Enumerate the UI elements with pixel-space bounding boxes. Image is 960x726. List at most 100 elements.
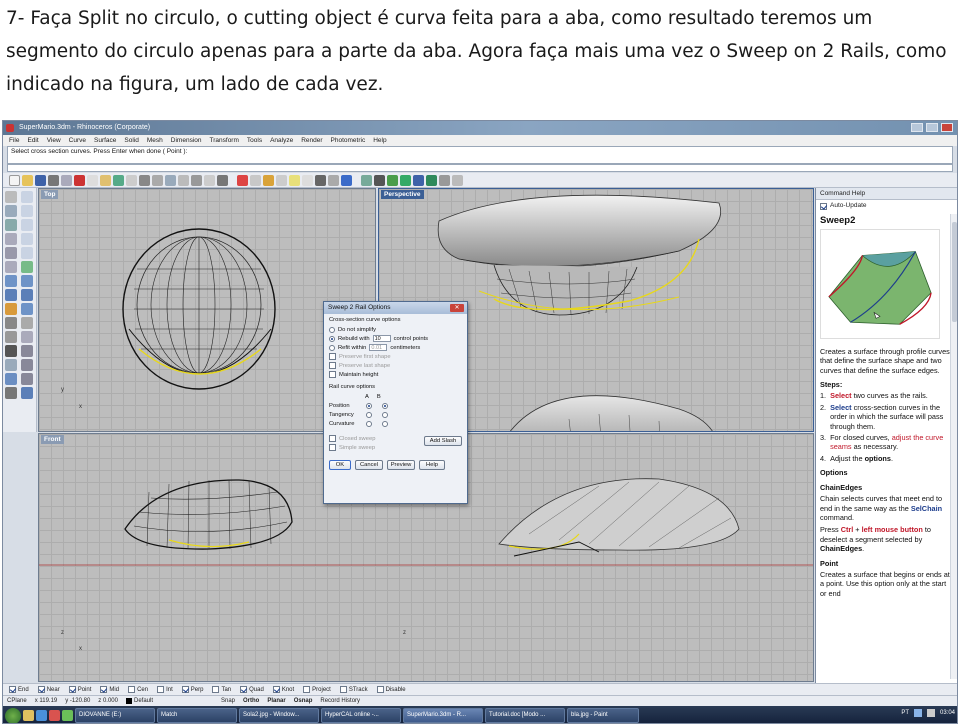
task-supermario[interactable]: SuperMario.3dm - R... (403, 708, 483, 723)
menu-edit[interactable]: Edit (27, 135, 38, 146)
osnap-strack[interactable]: STrack (339, 686, 368, 693)
osnap-end-checkbox[interactable] (9, 686, 16, 693)
cancel-button[interactable]: Cancel (355, 460, 383, 470)
lock-icon[interactable] (315, 174, 326, 186)
ellipse-icon[interactable] (21, 233, 33, 245)
explode-icon[interactable] (21, 331, 33, 343)
tray-volume-icon[interactable] (926, 709, 935, 717)
osnap-disable-checkbox[interactable] (376, 686, 384, 693)
osnap-disable[interactable]: Disable (376, 686, 406, 693)
status-ortho[interactable]: Ortho (243, 698, 259, 704)
menu-mesh[interactable]: Mesh (147, 135, 163, 146)
line-icon[interactable] (21, 205, 33, 217)
osnap-icon[interactable] (263, 174, 274, 186)
dimension-icon[interactable] (21, 387, 33, 399)
copy-transform-icon[interactable] (5, 359, 17, 371)
osnap-end[interactable]: End (9, 686, 29, 693)
menu-solid[interactable]: Solid (124, 135, 138, 146)
radio-tangency-a[interactable] (366, 411, 372, 418)
osnap-tan-checkbox[interactable] (212, 686, 220, 693)
help-button[interactable]: Help (419, 460, 445, 470)
osnap-knot-checkbox[interactable] (272, 686, 280, 693)
task-hypercal[interactable]: HyperCAL online -... (321, 708, 401, 723)
rotate-icon[interactable] (21, 359, 33, 371)
osnap-int-checkbox[interactable] (157, 686, 165, 693)
render-icon[interactable] (341, 174, 352, 186)
osnap-quad-checkbox[interactable] (240, 686, 248, 693)
osnap-near[interactable]: Near (37, 686, 60, 693)
camera-icon[interactable] (439, 174, 450, 186)
extrude-icon[interactable] (21, 275, 33, 287)
osnap-point-checkbox[interactable] (68, 686, 76, 693)
task-sola2[interactable]: Sola2.jpg - Window... (239, 708, 319, 723)
polygon-icon[interactable] (21, 247, 33, 259)
split-icon[interactable] (21, 317, 33, 329)
object-props-icon[interactable] (328, 174, 339, 186)
four-views-icon[interactable] (204, 174, 215, 186)
step-4-link[interactable]: options (865, 454, 891, 463)
boolean-icon[interactable] (5, 303, 17, 315)
checkbox-preserve-last[interactable] (329, 362, 336, 369)
sphere-icon[interactable] (400, 174, 411, 186)
status-record-history[interactable]: Record History (320, 698, 360, 704)
curve-icon[interactable] (5, 219, 17, 231)
status-layer[interactable]: Default (125, 698, 153, 704)
radio-position-b[interactable] (382, 402, 388, 409)
osnap-point[interactable]: Point (68, 686, 91, 693)
radio-curvature-b[interactable] (382, 420, 388, 427)
rectangle-icon[interactable] (5, 247, 17, 259)
new-file-icon[interactable] (9, 174, 20, 186)
radio-position-a[interactable] (366, 402, 372, 409)
properties-icon[interactable] (250, 174, 261, 186)
import-icon[interactable] (61, 174, 72, 186)
zoom-window-icon[interactable] (165, 174, 176, 186)
trim-icon[interactable] (5, 317, 17, 329)
task-tutorial-doc[interactable]: Tutorial.doc [Modo ... (485, 708, 565, 723)
menu-photometric[interactable]: Photometric (331, 135, 366, 146)
menu-analyze[interactable]: Analyze (270, 135, 293, 146)
osnap-cen-checkbox[interactable] (128, 686, 136, 693)
tray-clock[interactable]: 03:04 (940, 710, 955, 716)
checkbox-simple-sweep[interactable] (329, 444, 336, 451)
circle-icon[interactable] (5, 233, 17, 245)
osnap-mid-checkbox[interactable] (100, 686, 108, 693)
join-icon[interactable] (5, 331, 17, 343)
checkbox-preserve-first[interactable] (329, 353, 336, 360)
task-match[interactable]: Match (157, 708, 237, 723)
osnap-mid[interactable]: Mid (100, 686, 119, 693)
menu-curve[interactable]: Curve (69, 135, 86, 146)
status-osnap[interactable]: Osnap (294, 698, 313, 704)
array-icon[interactable] (5, 387, 17, 399)
osnap-cen[interactable]: Cen (128, 686, 148, 693)
rendered-icon[interactable] (387, 174, 398, 186)
menu-render[interactable]: Render (301, 135, 322, 146)
status-planar[interactable]: Planar (267, 698, 285, 704)
options-icon[interactable] (452, 174, 463, 186)
osnap-perp-checkbox[interactable] (181, 686, 189, 693)
menu-dimension[interactable]: Dimension (171, 135, 202, 146)
surface-icon[interactable] (5, 275, 17, 287)
menu-transform[interactable]: Transform (210, 135, 239, 146)
wireframe-icon[interactable] (361, 174, 372, 186)
close-icon[interactable] (941, 123, 953, 132)
arc-icon[interactable] (21, 219, 33, 231)
osnap-strack-checkbox[interactable] (339, 686, 347, 693)
select-icon[interactable] (276, 174, 287, 186)
fillet-icon[interactable] (21, 261, 33, 273)
osnap-project[interactable]: Project (303, 686, 331, 693)
light-bulb-icon[interactable] (289, 174, 300, 186)
ok-button[interactable]: OK (329, 460, 351, 470)
maximize-icon[interactable] (926, 123, 938, 132)
environment-icon[interactable] (426, 174, 437, 186)
pan-hand-icon[interactable] (126, 174, 137, 186)
refit-tolerance-input[interactable]: 0.01 (369, 344, 388, 351)
grid-icon[interactable] (217, 174, 228, 186)
radio-refit-within[interactable] (329, 344, 335, 351)
paste-icon[interactable] (100, 174, 111, 186)
osnap-quad[interactable]: Quad (240, 686, 264, 693)
osnap-near-checkbox[interactable] (37, 686, 45, 693)
scale-icon[interactable] (5, 373, 17, 385)
rotate-view-icon[interactable] (139, 174, 150, 186)
step-2-link[interactable]: Select (830, 403, 852, 412)
osnap-int[interactable]: Int (157, 686, 173, 693)
